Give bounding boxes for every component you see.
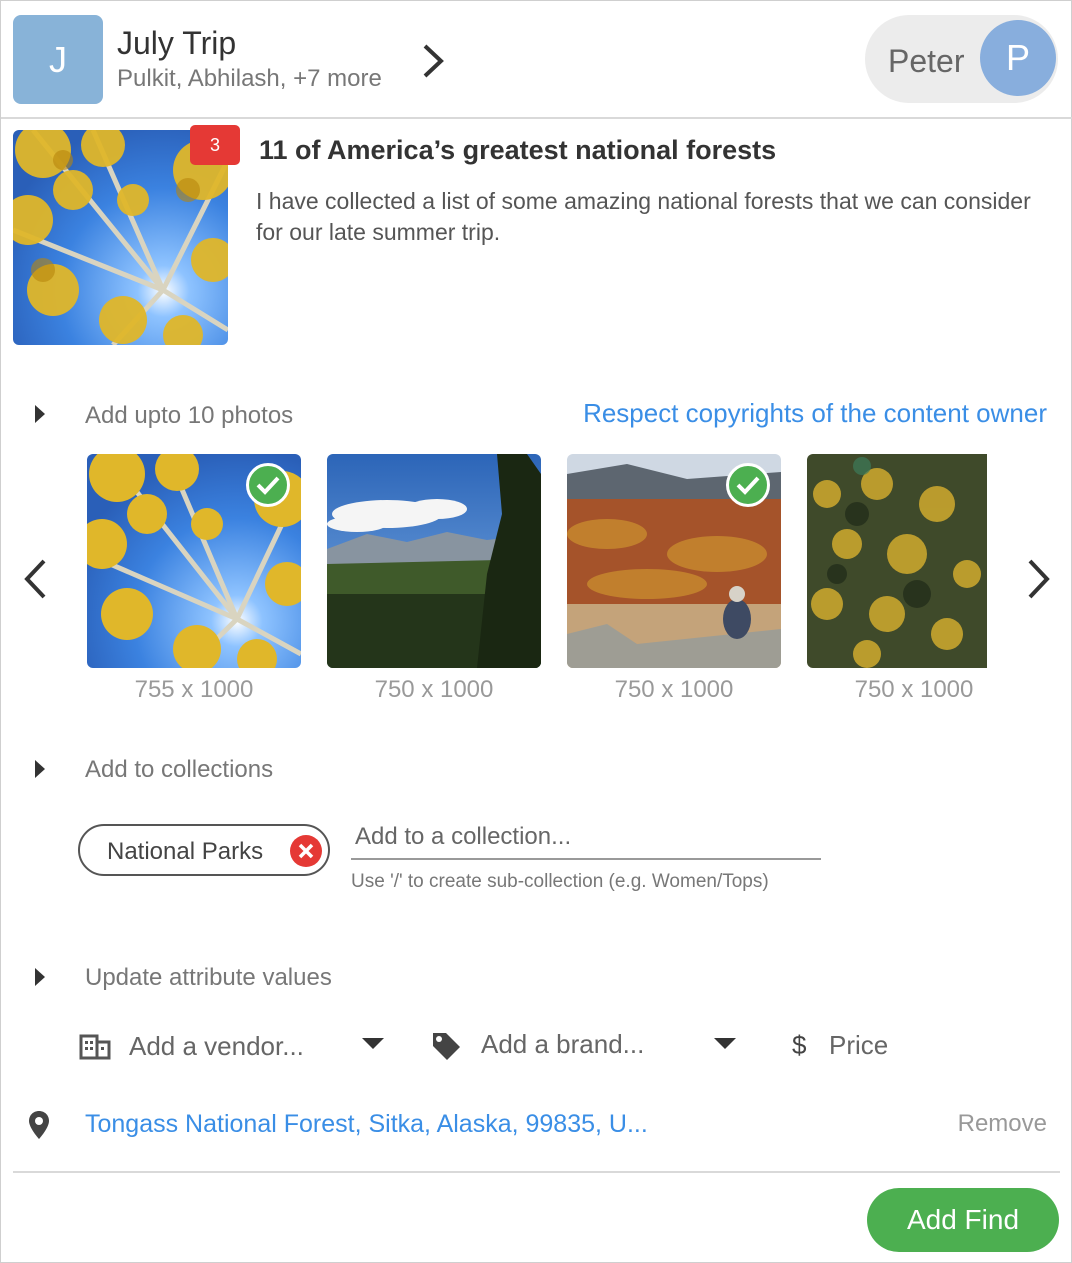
attributes-section-label: Update attribute values [85, 964, 332, 991]
selected-check-icon[interactable] [726, 463, 770, 507]
user-avatar: P [980, 20, 1056, 96]
photos-section-label: Add upto 10 photos [85, 402, 294, 429]
chevron-right-icon[interactable] [1025, 557, 1053, 601]
photos-expand-arrow-icon[interactable] [35, 405, 45, 423]
divider [13, 1171, 1060, 1173]
add-find-button[interactable]: Add Find [867, 1188, 1059, 1252]
collection-chip-label: National Parks [107, 838, 264, 865]
building-icon [79, 1034, 111, 1060]
vendor-select[interactable]: Add a vendor... [129, 1031, 304, 1062]
article-title: 11 of America’s greatest national forest… [259, 135, 777, 165]
group-members: Pulkit, Abhilash, +7 more [117, 65, 382, 92]
remove-chip-icon[interactable] [290, 835, 322, 867]
brand-select[interactable]: Add a brand... [481, 1029, 644, 1060]
collections-expand-arrow-icon[interactable] [35, 760, 45, 778]
photo-dimensions: 755 x 1000 [134, 676, 254, 703]
photo-dimensions: 750 x 1000 [614, 676, 734, 703]
brand-dropdown-icon[interactable] [714, 1038, 736, 1049]
collection-chip: National Parks [78, 824, 330, 876]
app-frame: J July Trip Pulkit, Abhilash, +7 more Pe… [0, 0, 1072, 1263]
chevron-right-icon[interactable] [417, 41, 447, 81]
dollar-icon: $ [792, 1030, 807, 1060]
collection-hint: Use '/' to create sub-collection (e.g. W… [351, 871, 769, 892]
remove-location-link[interactable]: Remove [901, 1110, 1047, 1138]
group-avatar[interactable]: J [13, 15, 103, 104]
photo-thumbnail[interactable] [807, 454, 987, 668]
attributes-expand-arrow-icon[interactable] [35, 968, 45, 986]
photo-thumbnail[interactable] [327, 454, 541, 668]
header: J July Trip Pulkit, Abhilash, +7 more Pe… [1, 1, 1072, 119]
user-name: Peter [888, 43, 965, 79]
copyright-link[interactable]: Respect copyrights of the content owner [537, 398, 1047, 429]
tag-icon [433, 1033, 460, 1060]
collections-section-label: Add to collections [85, 756, 274, 783]
article-description: I have collected a list of some amazing … [256, 188, 1031, 245]
location-link[interactable]: Tongass National Forest, Sitka, Alaska, … [85, 1110, 648, 1139]
photo-dimensions: 750 x 1000 [854, 676, 974, 703]
chevron-left-icon[interactable] [21, 557, 49, 601]
comment-count-badge: 3 [190, 125, 240, 165]
group-title[interactable]: July Trip [117, 25, 236, 62]
vendor-dropdown-icon[interactable] [362, 1038, 384, 1049]
price-input[interactable]: Price [829, 1030, 888, 1061]
selected-check-icon[interactable] [246, 463, 290, 507]
location-pin-icon [29, 1111, 49, 1139]
user-profile-button[interactable]: Peter P [865, 15, 1058, 103]
collection-input[interactable] [351, 816, 821, 860]
photo-dimensions: 750 x 1000 [374, 676, 494, 703]
